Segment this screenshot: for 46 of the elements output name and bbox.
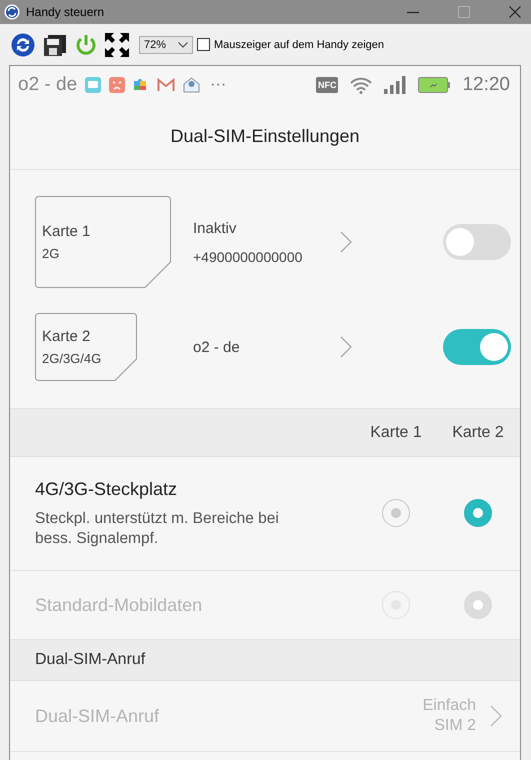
- floppy-disk-icon[interactable]: [43, 32, 67, 56]
- option-title: Standard-Mobildaten: [35, 594, 204, 616]
- radio-button[interactable]: [464, 499, 492, 527]
- tablet-icon: [85, 77, 102, 93]
- battery-icon: [418, 77, 450, 93]
- envelope-icon: [183, 77, 200, 93]
- column-label: Karte 1: [370, 424, 422, 442]
- screen-title: Dual-SIM-Einstellungen: [170, 126, 360, 147]
- clock-time: 12:20: [462, 74, 510, 96]
- signal-icon: [384, 76, 406, 94]
- chevron-icon[interactable]: [340, 231, 352, 253]
- radio-button[interactable]: [382, 499, 410, 527]
- column-label: Karte 2: [452, 424, 504, 442]
- app-icon: [4, 4, 20, 20]
- mail-icon: [157, 78, 176, 92]
- sim-status: Inaktiv: [193, 220, 238, 236]
- section-heading: Dual-SIM-Anruf: [35, 651, 146, 669]
- carrier-name: o2 - de: [18, 74, 78, 96]
- power-icon[interactable]: [75, 34, 97, 56]
- network-type: 2G: [42, 246, 60, 261]
- setting-value: Einfach SIM 2: [422, 696, 476, 736]
- toggle-switch[interactable]: [443, 329, 511, 365]
- card-name: Karte 1: [42, 223, 92, 240]
- refresh-icon[interactable]: [11, 32, 35, 56]
- sim-status: o2 - de: [193, 338, 241, 356]
- chevron-icon[interactable]: [490, 705, 502, 727]
- checkbox[interactable]: [197, 38, 210, 51]
- card-name: Karte 2: [42, 328, 92, 345]
- network-type: 2G/3G/4G: [42, 351, 102, 366]
- wifi-icon: [350, 76, 372, 94]
- setting-title: Dual-SIM-Anruf: [35, 706, 160, 726]
- zoom-dropdown[interactable]: 72%: [139, 36, 193, 54]
- checkbox-label: Mauszeiger auf dem Handy zeigen: [214, 38, 384, 50]
- option-description: Steckpl. unterstützt m. Bereiche bei bess. Signalempf.: [35, 509, 280, 549]
- nfc-badge: NFC: [316, 77, 338, 93]
- maximize-icon[interactable]: [458, 6, 470, 18]
- option-title: 4G/3G-Steckplatz: [35, 479, 178, 500]
- more-icon: ···: [210, 76, 226, 94]
- face-icon: [109, 77, 126, 93]
- caret-icon: [178, 42, 188, 48]
- phone-number: +4900000000000: [193, 248, 304, 264]
- close-icon[interactable]: [509, 6, 521, 18]
- fullscreen-icon[interactable]: [105, 32, 129, 56]
- window-title: Handy steuern: [26, 5, 104, 19]
- toggle-switch[interactable]: [443, 224, 511, 260]
- chevron-icon[interactable]: [340, 336, 352, 358]
